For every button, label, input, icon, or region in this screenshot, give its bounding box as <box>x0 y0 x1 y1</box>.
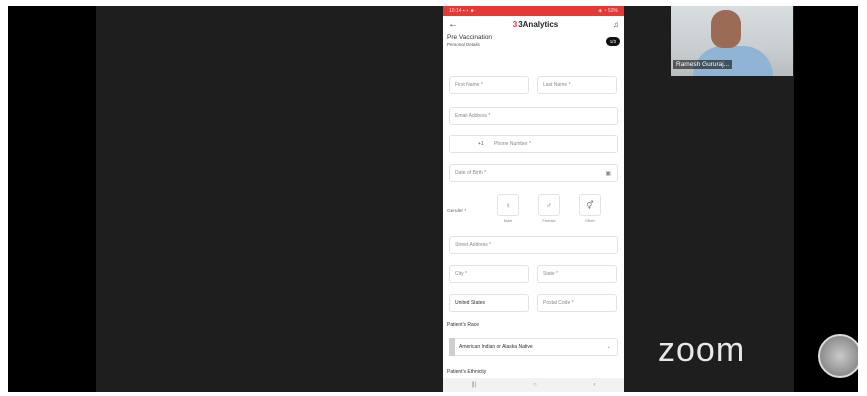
bell-icon[interactable]: ♫ <box>613 20 619 29</box>
gender-other-button[interactable]: ⚥ <box>579 194 601 216</box>
postal-code-field[interactable]: Postal Code * <box>537 294 617 312</box>
race-value: American Indian or Alaska Native <box>459 344 533 350</box>
brand-name: 3Analytics <box>518 19 559 29</box>
participant-video[interactable]: Ramesh Gururaj... <box>671 6 793 76</box>
gender-male-button[interactable]: ♀ <box>497 194 519 216</box>
city-field[interactable]: City * <box>449 265 529 283</box>
ethnicity-label: Patient's Ethnicity <box>447 369 487 375</box>
chevron-down-icon: ⌄ <box>606 344 611 350</box>
last-name-placeholder: Last Name * <box>543 82 571 88</box>
section-subtitle: Personal Details <box>447 42 480 47</box>
postal-placeholder: Postal Code * <box>543 300 574 306</box>
street-placeholder: Street Address * <box>455 242 492 248</box>
app-bar: ← 33Analytics ♫ <box>443 16 624 32</box>
dob-placeholder: Date of Birth * <box>455 170 487 176</box>
first-name-placeholder: First Name * <box>455 82 483 88</box>
phone-field[interactable]: +1 Phone Number * <box>449 135 618 153</box>
gender-female-label: Female <box>542 218 556 223</box>
step-badge: 1/3 <box>605 37 620 46</box>
participant-head <box>711 10 741 48</box>
home-icon[interactable]: ○ <box>533 382 537 388</box>
male-icon: ♀ <box>505 200 511 210</box>
country-value: United States <box>455 300 486 306</box>
video-frame: 10:14 ▪ ◐ ■ · ◈ ◔ 53% ← 33Analytics ♫ Pr… <box>8 6 858 392</box>
status-right: ◈ ◔ 53% <box>598 8 618 14</box>
android-nav-bar: ||| ○ ‹ <box>443 378 624 392</box>
phone-screen: 10:14 ▪ ◐ ■ · ◈ ◔ 53% ← 33Analytics ♫ Pr… <box>443 6 624 392</box>
seal-logo-icon <box>818 334 858 378</box>
arrow-left-icon[interactable]: ← <box>448 19 458 30</box>
country-field[interactable]: United States <box>449 294 529 312</box>
street-address-field[interactable]: Street Address * <box>449 236 618 254</box>
dob-field[interactable]: Date of Birth * ▣ <box>449 164 618 182</box>
participant-name: Ramesh Gururaj... <box>673 60 733 69</box>
gender-other-label: Other <box>584 218 595 223</box>
phone-placeholder: Phone Number * <box>494 141 531 147</box>
recent-apps-icon[interactable]: ||| <box>471 382 476 388</box>
email-field[interactable]: Email Address * <box>449 107 618 125</box>
race-select-accent <box>449 338 455 356</box>
gender-female-button[interactable]: ♂ <box>538 194 560 216</box>
gender-label: Gender * <box>447 209 467 214</box>
section-header: Pre Vaccination Personal Details 1/3 <box>443 32 624 54</box>
zoom-logo: zoom <box>658 331 746 369</box>
calendar-icon[interactable]: ▣ <box>605 170 611 177</box>
other-gender-icon: ⚥ <box>586 200 594 210</box>
gender-male-label: Male <box>503 218 513 223</box>
back-nav-icon[interactable]: ‹ <box>594 382 596 388</box>
status-left: 10:14 ▪ ◐ ■ · <box>449 8 477 14</box>
status-bar: 10:14 ▪ ◐ ■ · ◈ ◔ 53% <box>443 6 624 16</box>
state-field[interactable]: State * <box>537 265 617 283</box>
brand-mark: 3 <box>512 19 518 29</box>
race-select[interactable]: American Indian or Alaska Native ⌄ <box>449 338 618 356</box>
brand-logo: 33Analytics <box>513 20 558 29</box>
female-icon: ♂ <box>546 200 552 210</box>
country-code[interactable]: +1 <box>478 141 484 147</box>
city-placeholder: City * <box>455 271 467 277</box>
shared-screen: 10:14 ▪ ◐ ■ · ◈ ◔ 53% ← 33Analytics ♫ Pr… <box>96 6 794 392</box>
section-title: Pre Vaccination <box>447 34 493 41</box>
email-placeholder: Email Address * <box>455 113 491 119</box>
race-label: Patient's Race <box>447 322 480 328</box>
state-placeholder: State * <box>543 271 559 277</box>
first-name-field[interactable]: First Name * <box>449 76 529 94</box>
last-name-field[interactable]: Last Name * <box>537 76 617 94</box>
